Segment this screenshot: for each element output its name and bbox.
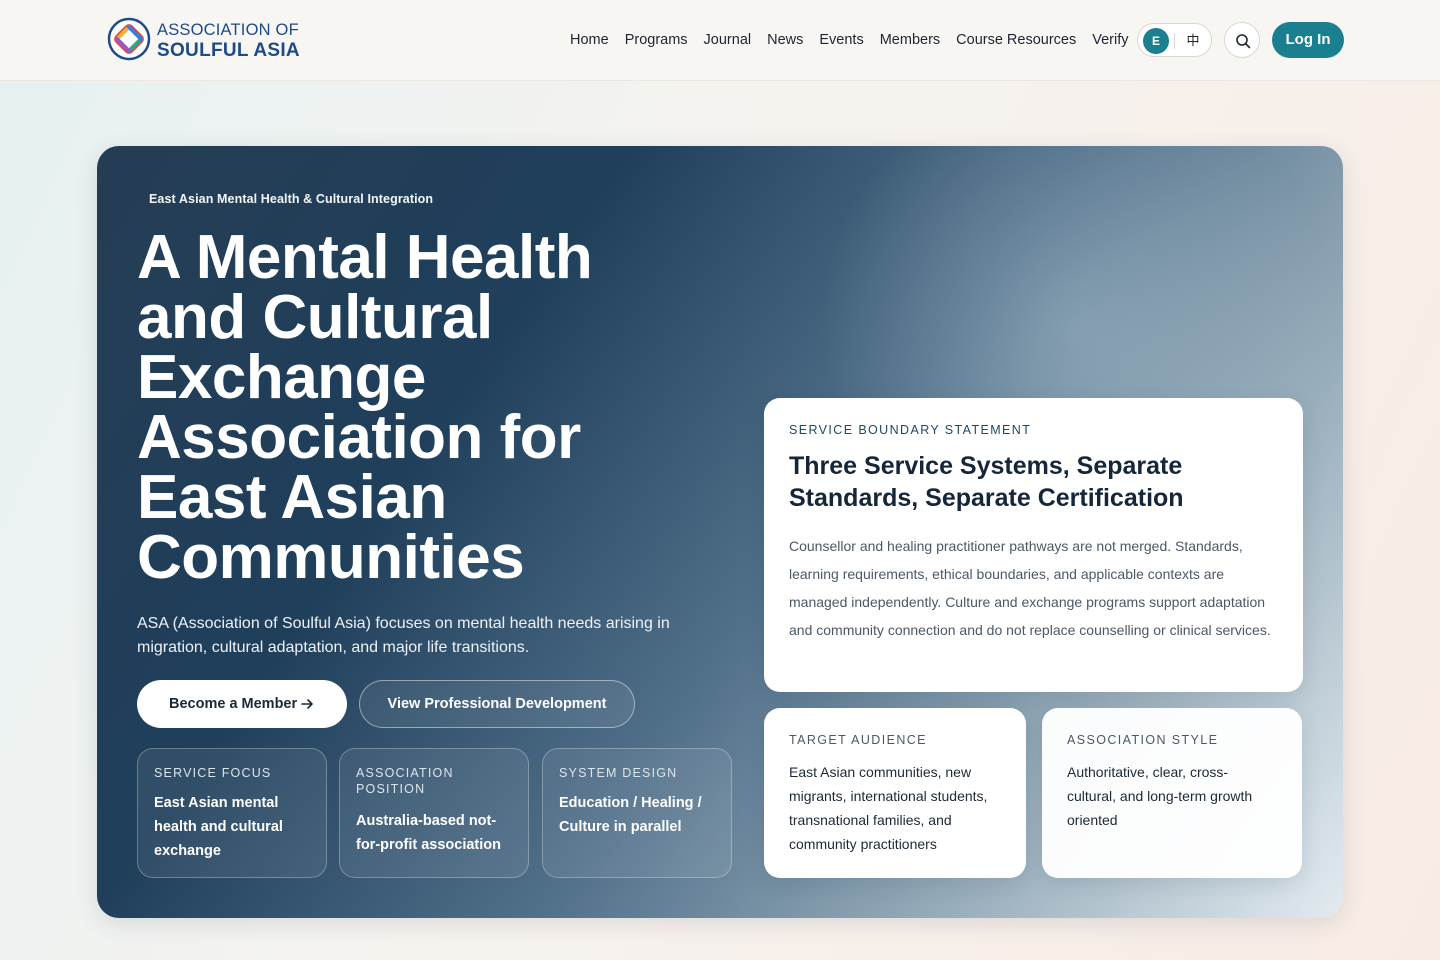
main-nav: Home Programs Journal News Events Member… bbox=[570, 30, 1145, 50]
hero-description: ASA (Association of Soulful Asia) focuse… bbox=[137, 615, 670, 656]
become-member-label: Become a Member bbox=[169, 696, 298, 712]
target-audience-card: TARGET AUDIENCE East Asian communities, … bbox=[764, 708, 1026, 878]
logo-mark-icon bbox=[107, 17, 151, 61]
view-professional-development-button[interactable]: View Professional Development bbox=[359, 680, 635, 728]
stat-label: ASSOCIATION POSITION bbox=[356, 766, 454, 796]
stat-value: East Asian mental health and cultural ex… bbox=[154, 795, 283, 859]
card-body: Authoritative, clear, cross-cultural, an… bbox=[1067, 764, 1253, 828]
nav-members[interactable]: Members bbox=[880, 30, 940, 50]
lang-english-button[interactable]: E bbox=[1143, 28, 1169, 54]
nav-course-resources[interactable]: Course Resources bbox=[956, 30, 1076, 50]
stat-value: Australia-based not-for-profit associati… bbox=[356, 813, 502, 853]
logo-line-1: ASSOCIATION OF bbox=[157, 21, 299, 39]
nav-journal[interactable]: Journal bbox=[704, 30, 752, 50]
hero-section: East Asian Mental Health & Cultural Inte… bbox=[97, 146, 1343, 918]
association-style-card: ASSOCIATION STYLE Authoritative, clear, … bbox=[1042, 708, 1302, 878]
card-kicker: SERVICE BOUNDARY STATEMENT bbox=[789, 423, 1032, 437]
stat-service-focus: SERVICE FOCUS East Asian mental health a… bbox=[137, 748, 327, 878]
language-switcher: E 中 bbox=[1137, 23, 1212, 57]
login-button[interactable]: Log In bbox=[1272, 22, 1344, 58]
lang-chinese-button[interactable]: 中 bbox=[1182, 28, 1204, 54]
logo-text: ASSOCIATION OF SOULFUL ASIA bbox=[157, 22, 300, 60]
logo-link[interactable]: ASSOCIATION OF SOULFUL ASIA bbox=[107, 17, 307, 63]
nav-verify[interactable]: Verify bbox=[1092, 30, 1128, 50]
stat-value: Education / Healing / Culture in paralle… bbox=[559, 795, 702, 835]
nav-programs[interactable]: Programs bbox=[625, 30, 688, 50]
nav-news[interactable]: News bbox=[767, 30, 803, 50]
arrow-right-icon bbox=[301, 699, 313, 709]
card-title: Three Service Systems, Separate Standard… bbox=[789, 452, 1184, 512]
card-kicker: ASSOCIATION STYLE bbox=[1067, 733, 1219, 747]
card-body: Counsellor and healing practitioner path… bbox=[789, 538, 1271, 638]
search-icon bbox=[1236, 34, 1251, 49]
search-button[interactable] bbox=[1224, 22, 1260, 58]
card-kicker: TARGET AUDIENCE bbox=[789, 733, 927, 747]
card-body: East Asian communities, new migrants, in… bbox=[789, 764, 988, 852]
hero-title: A Mental Health and Cultural Exchange As… bbox=[137, 223, 593, 592]
stat-label: SERVICE FOCUS bbox=[154, 766, 272, 780]
stat-label: SYSTEM DESIGN bbox=[559, 766, 678, 780]
hero-eyebrow: East Asian Mental Health & Cultural Inte… bbox=[149, 192, 434, 206]
stat-association-position: ASSOCIATION POSITION Australia-based not… bbox=[339, 748, 529, 878]
nav-events[interactable]: Events bbox=[819, 30, 863, 50]
lang-divider bbox=[1174, 33, 1175, 49]
become-member-button[interactable]: Become a Member bbox=[137, 680, 347, 728]
logo-line-2: SOULFUL ASIA bbox=[157, 39, 300, 61]
service-boundary-card: SERVICE BOUNDARY STATEMENT Three Service… bbox=[764, 398, 1303, 692]
stat-system-design: SYSTEM DESIGN Education / Healing / Cult… bbox=[542, 748, 732, 878]
nav-home[interactable]: Home bbox=[570, 30, 609, 50]
site-header: ASSOCIATION OF SOULFUL ASIA Home Program… bbox=[0, 0, 1440, 81]
